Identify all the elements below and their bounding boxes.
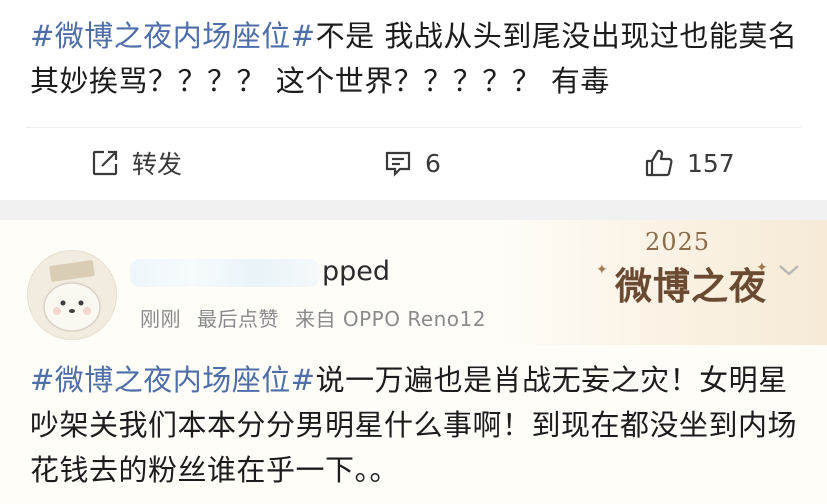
- post-card-1: #微博之夜内场座位#不是 我战从头到尾没出现过也能莫名其妙挨骂？？？？ 这个世界…: [0, 0, 827, 200]
- post-meta: 刚刚 最后点赞 来自 OPPO Reno12: [140, 303, 502, 332]
- like-count: 157: [687, 148, 735, 178]
- avatar[interactable]: [27, 250, 117, 340]
- sparkle-icon: ✦: [756, 260, 768, 276]
- repost-button[interactable]: 转发: [90, 138, 182, 188]
- username-visible: pped: [322, 256, 391, 287]
- like-button[interactable]: 157: [643, 138, 735, 188]
- post-card-2: 2025 微博之夜 ✦ ✦ pped 刚刚 最后点赞 来自 OPPO Reno12 …: [0, 220, 827, 504]
- repost-icon: [92, 150, 118, 176]
- username-redacted: [130, 258, 320, 287]
- card-separator: [0, 200, 827, 220]
- like-icon: [645, 149, 673, 177]
- post-1-action-bar: 转发 6 157: [0, 138, 827, 188]
- hashtag-link[interactable]: #微博之夜内场座位#: [30, 363, 316, 397]
- banner-year: 2025: [645, 228, 711, 256]
- chevron-down-icon[interactable]: [777, 262, 801, 278]
- post-2-body: #微博之夜内场座位#说一万遍也是肖战无妄之灾！女明星吵架关我们本本分分男明星什么…: [30, 358, 810, 493]
- repost-label: 转发: [132, 150, 183, 179]
- banner-title: 微博之夜: [615, 265, 767, 308]
- username[interactable]: pped: [130, 256, 390, 287]
- divider: [26, 127, 801, 128]
- hashtag-link[interactable]: #微博之夜内场座位#: [30, 19, 316, 53]
- comment-count: 6: [425, 148, 441, 178]
- sparkle-icon: ✦: [596, 262, 608, 278]
- post-1-body: #微博之夜内场座位#不是 我战从头到尾没出现过也能莫名其妙挨骂？？？？ 这个世界…: [30, 14, 810, 104]
- comment-button[interactable]: 6: [383, 138, 441, 188]
- last-like-label: 最后点赞: [197, 307, 279, 331]
- comment-icon: [385, 151, 411, 177]
- avatar-image: [28, 251, 116, 339]
- post-source: 来自 OPPO Reno12: [295, 307, 486, 331]
- post-time: 刚刚: [140, 307, 181, 331]
